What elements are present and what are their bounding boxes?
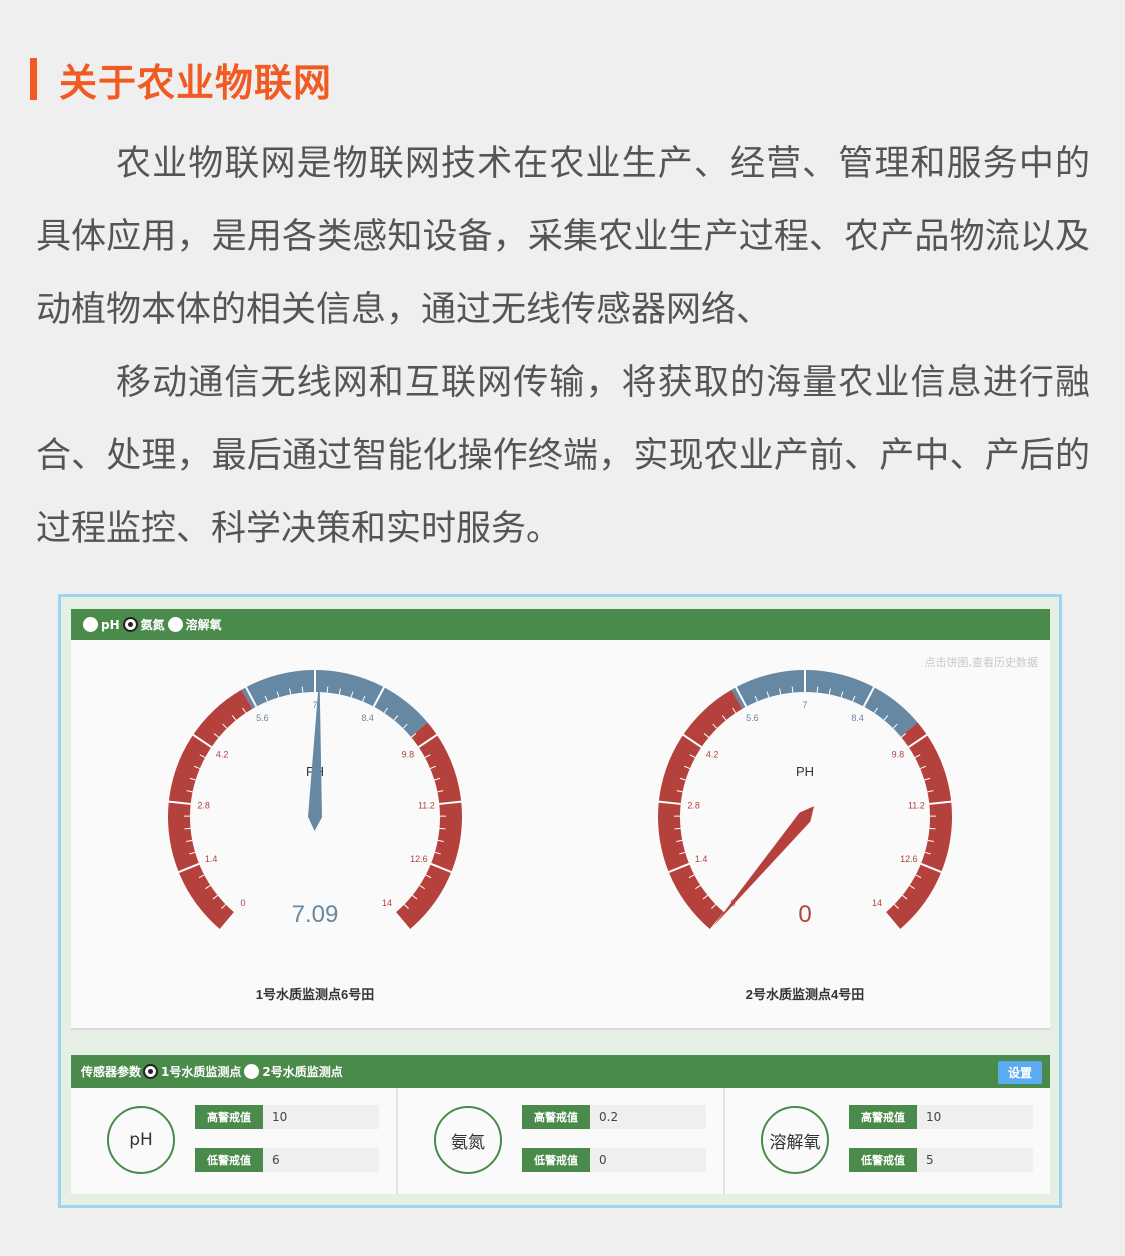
- gauge-title: PH: [796, 764, 814, 779]
- heading-accent-bar: [30, 58, 37, 100]
- gauge-tick-label: 2.8: [687, 800, 700, 810]
- gauge-minor-tick: [326, 686, 329, 693]
- section-heading: 关于农业物联网: [30, 58, 332, 105]
- radio-oxygen-label[interactable]: 溶解氧: [186, 616, 222, 633]
- gauge-minor-tick: [674, 827, 681, 830]
- param-name-circle: 溶解氧: [761, 1106, 829, 1174]
- radio-ph-label[interactable]: pH: [101, 618, 120, 632]
- sensor-param-label: 传感器参数: [81, 1065, 142, 1079]
- radio-point-1-label[interactable]: 1号水质监测点: [161, 1063, 241, 1080]
- low-alert-label: 低警戒值: [849, 1148, 917, 1172]
- gauge-band: [731, 670, 918, 737]
- gauge-tick-label: 12.6: [900, 854, 918, 864]
- intro-paragraph-2: 移动通信无线网和互联网传输，将获取的海量农业信息进行融合、处理，最后通过智能化操…: [36, 363, 1090, 549]
- radio-ammonia[interactable]: [122, 617, 138, 632]
- monitor-panel: pH 氨氮 溶解氧 点击饼图,查看历史数据 0 1.4 2.8 4.2 5.6 7 8.4 9…: [58, 594, 1062, 1208]
- param-name-circle: 氨氮: [434, 1106, 502, 1174]
- sensor-param-bar: 传感器参数 1号水质监测点 2号水质监测点 设置: [71, 1055, 1050, 1088]
- low-alert-value[interactable]: 5: [917, 1148, 1033, 1172]
- settings-button[interactable]: 设置: [997, 1061, 1042, 1084]
- low-alert-label: 低警戒值: [522, 1148, 590, 1172]
- radio-oxygen[interactable]: [167, 617, 183, 632]
- gauge-tick-label: 11.2: [908, 800, 925, 810]
- gauge-chart[interactable]: 0 1.4 2.8 4.2 5.6 7 8.4 9.8 11.2 12.6 14 PH 7.09 1号水质…: [71, 640, 1050, 1028]
- gauge-tick-label: 11.2: [418, 800, 435, 810]
- param-cell-oxygen: 溶解氧 高警戒值 10 低警戒值 5: [725, 1088, 1050, 1194]
- low-alert-label: 低警戒值: [195, 1148, 263, 1172]
- param-cell-ph: pH 高警戒值 10 低警戒值 6: [71, 1088, 398, 1194]
- high-alert-value[interactable]: 0.2: [590, 1105, 706, 1129]
- gauge-minor-tick: [439, 827, 446, 830]
- radio-point-1[interactable]: [143, 1064, 159, 1079]
- gauge-tick-label: 12.6: [410, 854, 428, 864]
- high-alert-label: 高警戒值: [849, 1105, 917, 1129]
- high-alert-value[interactable]: 10: [917, 1105, 1033, 1129]
- radio-ph[interactable]: [83, 617, 98, 632]
- gauge-tick-label: 5.6: [256, 713, 269, 723]
- gauge-tick-label: 2.8: [197, 800, 210, 810]
- gauge-caption: 1号水质监测点6号田: [256, 987, 374, 1002]
- gauge-needle: [308, 674, 322, 831]
- gauge-tick-label: 1.4: [205, 854, 218, 864]
- param-name-circle: pH: [107, 1106, 175, 1174]
- gauge-tick-label: 4.2: [216, 749, 229, 759]
- gauge-tick-label: 14: [382, 898, 392, 908]
- param-cell-ammonia: 氨氮 高警戒值 0.2 低警戒值 0: [398, 1088, 725, 1194]
- metric-selector-bar: pH 氨氮 溶解氧: [71, 609, 1050, 640]
- gauge-tick-label: 9.8: [402, 749, 415, 759]
- gauge-band: [658, 689, 743, 930]
- gauge-minor-tick: [791, 686, 794, 693]
- radio-ammonia-label[interactable]: 氨氮: [141, 616, 165, 633]
- low-alert-value[interactable]: 6: [263, 1148, 379, 1172]
- gauge-minor-tick: [816, 686, 819, 693]
- gauge-tick-label: 8.4: [361, 713, 374, 723]
- low-alert-value[interactable]: 0: [590, 1148, 706, 1172]
- section-title: 关于农业物联网: [59, 60, 333, 105]
- gauge-tick-label: 14: [872, 898, 882, 908]
- gauge-value: 7.09: [292, 901, 339, 928]
- gauge-tick-label: 8.4: [851, 713, 864, 723]
- gauge-band: [241, 670, 428, 737]
- gauge-minor-tick: [929, 827, 936, 830]
- gauge-tick-label: 7: [802, 700, 807, 710]
- gauge-minor-tick: [184, 827, 191, 830]
- gauge-minor-tick: [301, 686, 304, 693]
- gauge-tick-label: 9.8: [892, 749, 905, 759]
- gauge-band: [168, 689, 253, 930]
- gauge-tick-label: 1.4: [695, 854, 708, 864]
- intro-paragraph-1: 农业物联网是物联网技术在农业生产、经营、管理和服务中的具体应用，是用各类感知设备…: [36, 144, 1090, 330]
- high-alert-value[interactable]: 10: [263, 1105, 379, 1129]
- gauge-area: 点击饼图,查看历史数据 0 1.4 2.8 4.2 5.6 7 8.4 9.8 11.2 12.6…: [71, 640, 1050, 1030]
- high-alert-label: 高警戒值: [195, 1105, 263, 1129]
- gauge-caption: 2号水质监测点4号田: [746, 987, 864, 1002]
- high-alert-label: 高警戒值: [522, 1105, 590, 1129]
- sensor-params: pH 高警戒值 10 低警戒值 6 氨氮 高警戒值 0.2 低警戒值 0 溶解氧 高警戒…: [71, 1088, 1050, 1194]
- radio-point-2-label[interactable]: 2号水质监测点: [262, 1063, 342, 1080]
- gauge-value: 0: [798, 901, 811, 928]
- radio-point-2[interactable]: [244, 1064, 260, 1079]
- gauge-tick-label: 0: [240, 898, 245, 908]
- gauge-tick-label: 5.6: [746, 713, 759, 723]
- gauge-tick-label: 4.2: [706, 749, 719, 759]
